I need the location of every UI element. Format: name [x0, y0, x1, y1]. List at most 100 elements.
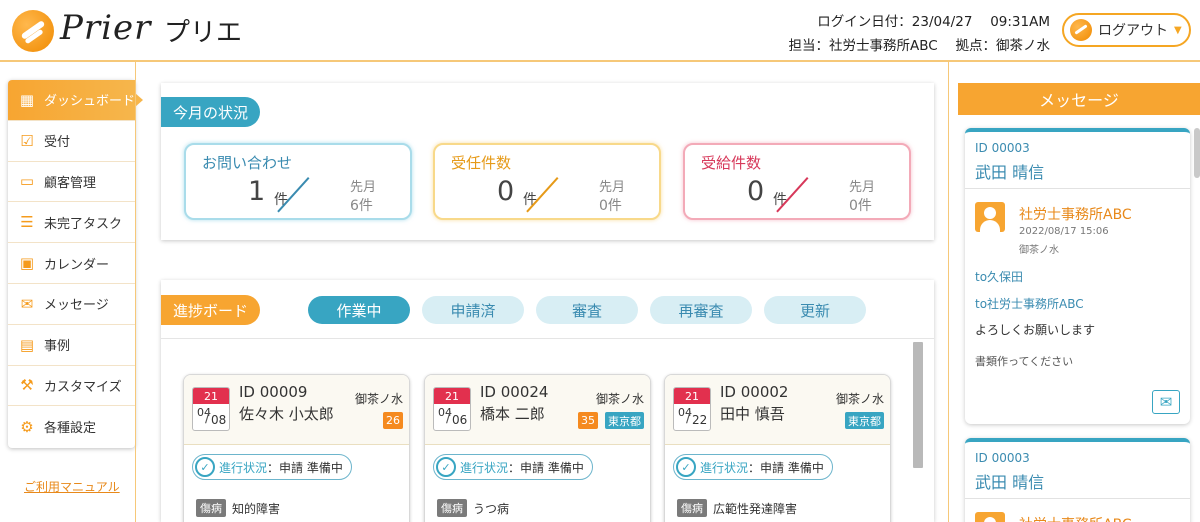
status-panel: 今月の状況 お問い合わせ 1 件 先月 6件 受任件数 0 件 先月 0件 受給…	[161, 83, 934, 240]
divider	[161, 338, 934, 339]
case-card-header: 21 04 / 22 ID 00002 田中 慎吾 御茶ノ水 東京都	[665, 375, 890, 445]
card-value: 0	[497, 176, 515, 207]
logo-icon	[12, 10, 54, 52]
divider	[135, 62, 136, 522]
case-disease: 傷病 知的障害	[196, 499, 280, 517]
clipboard-icon: ▤	[19, 335, 35, 354]
inquiry-card[interactable]: お問い合わせ 1 件 先月 6件	[184, 143, 412, 220]
manual-link[interactable]: ご利用マニュアル	[24, 478, 120, 495]
mail-icon: ✉	[20, 294, 34, 313]
sidebar-item-label: 事例	[44, 339, 71, 355]
gear-icon: ⚙	[20, 417, 34, 436]
sidebar-item-reception[interactable]: ☑ 受付	[8, 121, 135, 162]
sidebar-item-tasks[interactable]: ☰ 未完了タスク	[8, 202, 135, 244]
logout-label: ログアウト	[1098, 23, 1168, 39]
message-body: 書類作ってください	[975, 355, 1074, 368]
sidebar-item-label: 受付	[44, 135, 71, 151]
sidebar-item-messages[interactable]: ✉ メッセージ	[8, 284, 135, 325]
case-name: 橋本 二郎	[480, 405, 545, 423]
avatar-icon	[975, 512, 1005, 522]
count-badge: 26	[383, 412, 403, 429]
case-id: ID 00024	[480, 383, 549, 401]
sidebar-item-label: 未完了タスク	[44, 216, 123, 232]
filter-review[interactable]: 審査	[536, 296, 638, 324]
message-body: よろしくお願いします	[975, 323, 1096, 337]
message-date: 2022/08/17 15:06	[1019, 226, 1109, 237]
case-id: ID 00009	[239, 383, 308, 401]
reply-mail-icon[interactable]: ✉	[1152, 390, 1180, 414]
case-card[interactable]: 21 04 / 08 ID 00009 佐々木 小太郎 御茶ノ水 26 ✓ 進行…	[183, 374, 410, 522]
accepted-card[interactable]: 受任件数 0 件 先月 0件	[433, 143, 661, 220]
dashboard-icon: ▦	[19, 90, 35, 109]
calendar-icon: 21 04 / 06	[433, 387, 471, 431]
case-disease: 傷病 広範性発達障害	[677, 499, 797, 517]
message-recipient[interactable]: to社労士事務所ABC	[975, 295, 1084, 312]
case-name: 佐々木 小太郎	[239, 405, 334, 423]
status-pill: ✓ 進行状況 ：申請 準備中	[192, 454, 352, 480]
case-card-header: 21 04 / 06 ID 00024 橋本 二郎 御茶ノ水 35 東京都	[425, 375, 650, 445]
case-card[interactable]: 21 04 / 22 ID 00002 田中 慎吾 御茶ノ水 東京都 ✓ 進行状…	[664, 374, 891, 522]
case-location: 御茶ノ水	[354, 392, 403, 406]
sidebar-item-settings[interactable]: ⚙ 各種設定	[8, 406, 135, 447]
calendar-icon: 21 04 / 22	[673, 387, 711, 431]
check-circle-icon: ✓	[195, 457, 215, 477]
avatar-icon	[975, 202, 1005, 232]
message-case-id: ID 00003	[975, 451, 1030, 465]
chevron-down-icon: ▼	[1174, 24, 1182, 36]
message-sender: 社労士事務所ABC	[1019, 514, 1132, 522]
header: Prier プリエ ログイン日付：23/04/27 09:31AM 担当：社労士…	[0, 0, 1200, 62]
message-card[interactable]: ID 00003 武田 晴信 社労士事務所ABC	[965, 438, 1190, 522]
sidebar-item-label: 各種設定	[44, 421, 97, 437]
filter-applied[interactable]: 申請済	[422, 296, 524, 324]
logout-button[interactable]: ログアウト ▼	[1062, 13, 1191, 47]
clipboard-check-icon: ☑	[20, 131, 34, 150]
filter-working[interactable]: 作業中	[308, 296, 410, 324]
app-name: プリエ	[164, 18, 243, 48]
card-title: 受任件数	[451, 154, 512, 172]
prev-value: 0件	[599, 198, 622, 214]
message-location: 御茶ノ水	[1019, 245, 1059, 256]
card-title: 受給件数	[701, 154, 762, 172]
login-info: ログイン日付：23/04/27 09:31AM 担当：社労士事務所ABC 拠点：…	[760, 10, 1050, 58]
sidebar-item-label: メッセージ	[44, 298, 109, 314]
check-circle-icon: ✓	[676, 457, 696, 477]
login-date: ログイン日付：23/04/27 09:31AM	[817, 14, 1050, 30]
message-sender: 社労士事務所ABC	[1019, 207, 1132, 223]
scrollbar[interactable]	[913, 342, 923, 468]
sidebar-item-cases[interactable]: ▤ 事例	[8, 325, 135, 366]
prev-label: 先月	[599, 180, 626, 195]
divider	[948, 62, 949, 522]
sidebar-item-label: 顧客管理	[44, 175, 97, 191]
case-name: 田中 慎吾	[720, 405, 785, 423]
case-card[interactable]: 21 04 / 06 ID 00024 橋本 二郎 御茶ノ水 35 東京都 ✓ …	[424, 374, 651, 522]
message-recipient[interactable]: to久保田	[975, 268, 1023, 285]
granted-card[interactable]: 受給件数 0 件 先月 0件	[683, 143, 911, 220]
wrench-icon: ⚒	[20, 376, 34, 395]
sidebar-item-dashboard[interactable]: ▦ ダッシュボード	[8, 80, 143, 121]
progress-panel: 進捗ボード 作業中 申請済 審査 再審査 更新 21 04 / 08 ID 00…	[161, 280, 934, 522]
staff-info: 担当：社労士事務所ABC 拠点：御茶ノ水	[788, 38, 1050, 54]
sidebar-item-customize[interactable]: ⚒ カスタマイズ	[8, 366, 135, 407]
messages-title: メッセージ	[958, 83, 1200, 115]
calendar-icon: ▣	[19, 254, 35, 273]
message-card[interactable]: ID 00003 武田 晴信 社労士事務所ABC 2022/08/17 15:0…	[965, 128, 1190, 424]
filter-renewal[interactable]: 更新	[764, 296, 866, 324]
logo-text: Prier	[60, 8, 152, 48]
sidebar-item-label: ダッシュボード	[44, 94, 136, 110]
scrollbar[interactable]	[1194, 128, 1200, 178]
sidebar: ▦ ダッシュボード ☑ 受付 ▭ 顧客管理 ☰ 未完了タスク ▣ カレンダー ✉…	[8, 80, 143, 448]
message-case-id: ID 00003	[975, 141, 1030, 155]
task-list-icon: ☰	[20, 213, 34, 232]
prev-label: 先月	[849, 180, 876, 195]
filter-re-review[interactable]: 再審査	[650, 296, 752, 324]
status-title: 今月の状況	[161, 97, 261, 127]
card-value: 0	[747, 176, 765, 207]
count-badge: 35	[578, 412, 598, 429]
card-value: 1	[248, 176, 266, 207]
sidebar-item-calendar[interactable]: ▣ カレンダー	[8, 243, 135, 284]
sidebar-item-customers[interactable]: ▭ 顧客管理	[8, 162, 135, 203]
prev-value: 0件	[849, 198, 872, 214]
case-card-header: 21 04 / 08 ID 00009 佐々木 小太郎 御茶ノ水 26	[184, 375, 409, 445]
prev-value: 6件	[350, 198, 373, 214]
card-title: お問い合わせ	[202, 154, 293, 172]
